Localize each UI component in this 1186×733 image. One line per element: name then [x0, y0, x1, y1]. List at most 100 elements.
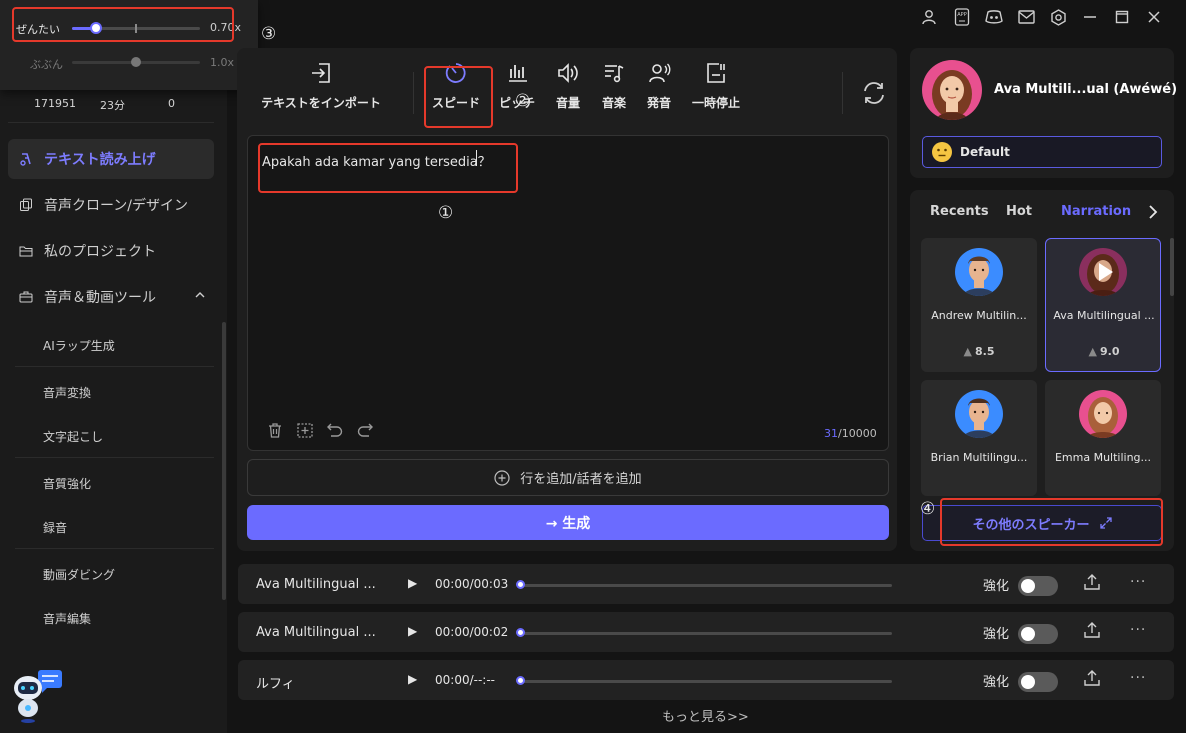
settings-icon[interactable] — [1049, 8, 1067, 26]
pause-insert-icon — [703, 60, 729, 86]
share-icon[interactable] — [1083, 621, 1101, 639]
speaker-icon — [555, 60, 581, 86]
play-icon[interactable]: ▶ — [408, 672, 417, 686]
speaker-card-rating: ▲ 8.5 — [963, 345, 995, 358]
see-more-link[interactable]: もっと見る>> — [662, 706, 749, 725]
sidebar-subitem-transcribe[interactable]: 文字起こし — [43, 428, 103, 445]
speaker-card[interactable]: Andrew Multilin... ▲ 8.5 — [921, 238, 1037, 372]
highlight-box-2 — [424, 66, 493, 128]
speaker-card[interactable]: Emma Multiling... — [1045, 380, 1161, 496]
history-time: 00:00/--:-- — [435, 673, 495, 687]
highlight-box-4 — [940, 498, 1163, 546]
slider-handle-partial[interactable] — [131, 57, 141, 67]
assistant-robot-icon[interactable] — [10, 668, 66, 724]
stat-count: 0 — [168, 97, 175, 110]
generate-button[interactable]: → 生成 — [247, 505, 889, 540]
undo-icon[interactable] — [326, 421, 344, 439]
sidebar-item-tts[interactable]: テキスト読み上げ — [8, 139, 214, 179]
enhance-label: 強化 — [983, 675, 1010, 690]
refresh-icon[interactable] — [861, 80, 887, 106]
sidebar-item-voice-clone[interactable]: 音声クローン/デザイン — [8, 185, 214, 225]
enhance-toggle[interactable] — [1018, 576, 1058, 596]
history-time: 00:00/00:03 — [435, 577, 509, 591]
more-options-icon[interactable]: ··· — [1130, 574, 1146, 590]
pronunciation-icon — [646, 60, 672, 86]
music-button[interactable]: 音楽 — [593, 60, 635, 120]
library-scrollbar[interactable] — [1170, 238, 1174, 296]
volume-button[interactable]: 音量 — [547, 60, 589, 120]
speaker-card-name: Brian Multilingu... — [930, 451, 1028, 464]
history-speaker-name: Ava Multilingual ... — [256, 625, 376, 640]
tab-recents[interactable]: Recents — [930, 204, 989, 219]
history-row[interactable]: ルフィ ▶ 00:00/--:-- 強化 ··· — [238, 660, 1174, 700]
play-icon[interactable] — [1095, 261, 1115, 283]
highlight-box-1 — [258, 143, 518, 193]
tab-hot[interactable]: Hot — [1006, 204, 1032, 219]
toolbox-icon — [18, 289, 34, 305]
share-icon[interactable] — [1083, 669, 1101, 687]
divider — [8, 122, 214, 123]
share-icon[interactable] — [1083, 573, 1101, 591]
speaker-avatar[interactable] — [922, 60, 982, 120]
history-progress-bar[interactable] — [518, 584, 892, 587]
character-count-total: /10000 — [838, 427, 877, 440]
chevron-right-icon[interactable] — [1147, 204, 1161, 220]
discord-icon[interactable] — [985, 8, 1003, 26]
history-row[interactable]: Ava Multilingual ... ▶ 00:00/00:02 強化 ··… — [238, 612, 1174, 652]
more-options-icon[interactable]: ··· — [1130, 670, 1146, 686]
thumbs-up-icon: ▲ — [1088, 345, 1097, 358]
pitch-button[interactable]: ピッチ — [496, 60, 538, 120]
sidebar-subitem-enhance[interactable]: 音質強化 — [43, 475, 91, 492]
import-text-button[interactable]: テキストをインポート — [256, 60, 386, 120]
character-count-used: 31 — [824, 427, 838, 440]
music-icon — [601, 60, 627, 86]
speaker-card-name: Emma Multiling... — [1054, 451, 1152, 464]
plus-circle-icon — [494, 469, 510, 486]
speaker-avatar — [1079, 390, 1127, 438]
minimize-icon[interactable] — [1081, 8, 1099, 26]
speaker-card-name: Ava Multilingual ... — [1053, 309, 1155, 322]
sidebar-subitem-rap[interactable]: AIラップ生成 — [43, 337, 115, 354]
redo-icon[interactable] — [356, 421, 374, 439]
pronunciation-button[interactable]: 発音 — [638, 60, 680, 120]
history-row[interactable]: Ava Multilingual ... ▶ 00:00/00:03 強化 ··… — [238, 564, 1174, 604]
enhance-toggle[interactable] — [1018, 672, 1058, 692]
sidebar-subitem-record[interactable]: 録音 — [43, 519, 67, 536]
chevron-up-icon[interactable] — [194, 289, 206, 305]
speaker-card-rating: ▲ 9.0 — [1088, 345, 1120, 358]
speaker-card[interactable]: Brian Multilingu... — [921, 380, 1037, 496]
add-line-button[interactable]: 行を追加/話者を追加 — [247, 459, 889, 496]
mail-icon[interactable] — [1017, 8, 1035, 26]
history-progress-bar[interactable] — [518, 680, 892, 683]
history-progress-handle[interactable] — [516, 676, 525, 685]
play-icon[interactable]: ▶ — [408, 576, 417, 590]
sidebar-scrollbar[interactable] — [222, 322, 226, 600]
history-progress-bar[interactable] — [518, 632, 892, 635]
more-options-icon[interactable]: ··· — [1130, 622, 1146, 638]
play-icon[interactable]: ▶ — [408, 624, 417, 638]
sidebar-subitem-voice-changer[interactable]: 音声変換 — [43, 384, 91, 401]
sidebar-subitem-dubbing[interactable]: 動画ダビング — [43, 566, 115, 583]
voice-style-selector[interactable]: Default — [922, 136, 1162, 168]
maximize-icon[interactable] — [1113, 8, 1131, 26]
pause-button[interactable]: 一時停止 — [688, 60, 744, 120]
slider-label-partial: ぶぶん — [30, 58, 63, 71]
app-icon[interactable]: APP — [953, 8, 971, 26]
tab-narration[interactable]: Narration — [1061, 204, 1131, 219]
speaker-card[interactable]: Ava Multilingual ... ▲ 9.0 — [1045, 238, 1161, 372]
divider — [15, 457, 214, 458]
divider — [15, 366, 214, 367]
enhance-toggle[interactable] — [1018, 624, 1058, 644]
history-progress-handle[interactable] — [516, 628, 525, 637]
trash-icon[interactable] — [266, 421, 284, 439]
tts-icon — [18, 151, 34, 167]
sidebar-subitem-audio-edit[interactable]: 音声編集 — [43, 610, 91, 627]
close-icon[interactable] — [1145, 8, 1163, 26]
sidebar-item-projects[interactable]: 私のプロジェクト — [8, 231, 214, 271]
sidebar-item-label: 音声＆動画ツール — [44, 290, 156, 306]
history-progress-handle[interactable] — [516, 580, 525, 589]
sidebar-item-tools[interactable]: 音声＆動画ツール — [8, 277, 214, 317]
user-icon[interactable] — [920, 8, 938, 26]
annotation-3: ③ — [261, 24, 277, 44]
add-block-icon[interactable] — [296, 421, 314, 439]
